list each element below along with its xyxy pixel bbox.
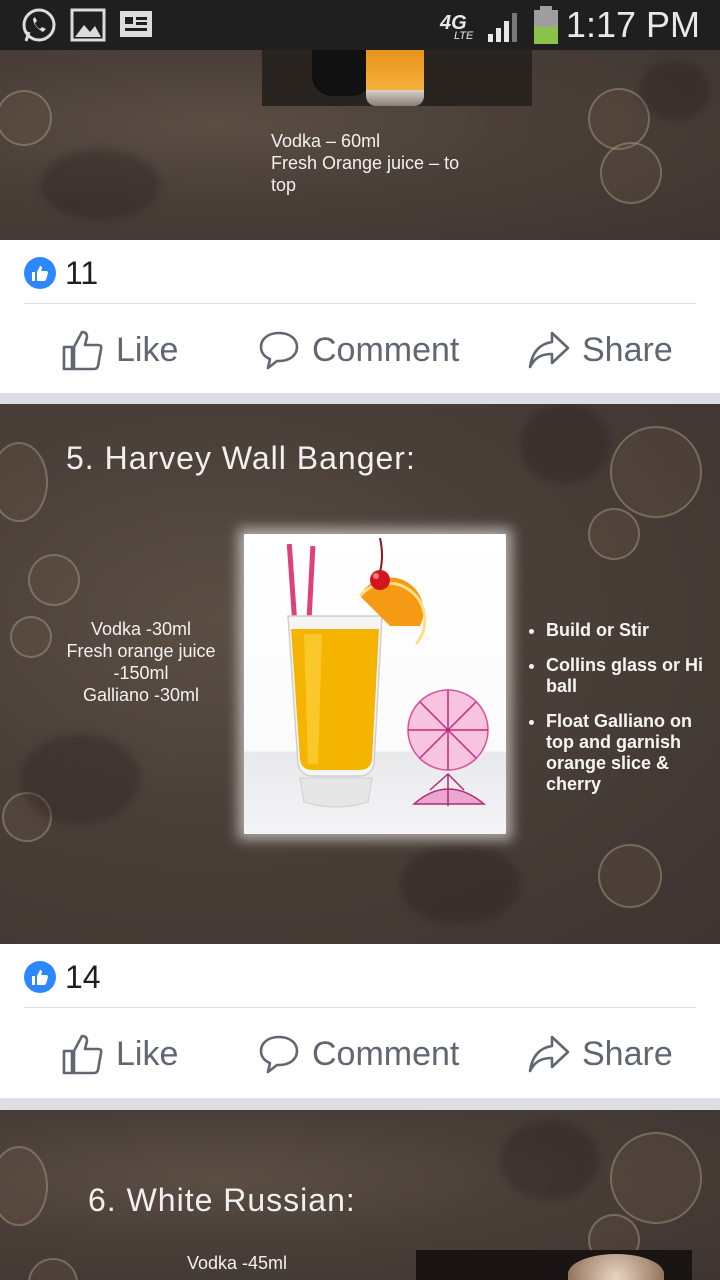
ingredient-line: top: [271, 175, 297, 195]
clock: 1:17 PM: [565, 4, 700, 45]
comment-label: Comment: [312, 330, 460, 369]
thumbs-up-icon: [62, 330, 103, 371]
cocktail-photo: [244, 534, 506, 834]
whatsapp-icon: [22, 8, 56, 42]
post-image[interactable]: 6. White Russian: Vodka -45ml: [0, 1110, 720, 1280]
ingredient-line: Vodka -45ml: [187, 1253, 288, 1273]
thumbs-up-icon: [62, 1034, 103, 1075]
comment-button[interactable]: Comment: [258, 1028, 459, 1080]
post-actions: 11 Like Comment Share: [0, 240, 720, 393]
comment-icon: [259, 1035, 299, 1074]
cocktail-photo: [416, 1250, 692, 1280]
cocktail-photo: [262, 50, 532, 106]
post-image[interactable]: 5. Harvey Wall Banger: Vodka -30ml Fresh…: [0, 404, 720, 944]
bullet-item: Build or Stir: [546, 620, 714, 641]
ingredient-line: Vodka – 60ml: [271, 131, 381, 151]
share-icon: [528, 331, 570, 369]
gallery-icon: [70, 8, 106, 42]
ingredient-line: -150ml: [113, 663, 169, 683]
bullet-item: Collins glass or Hi ball: [546, 655, 714, 697]
divider: [24, 303, 696, 304]
comment-button[interactable]: Comment: [258, 324, 459, 376]
status-bar: 4G LTE 1:17 PM: [0, 0, 720, 50]
ingredient-line: Fresh Orange juice – to: [271, 153, 460, 173]
share-button[interactable]: Share: [528, 1028, 673, 1080]
ingredient-line: Galliano -30ml: [82, 685, 200, 705]
like-count: 11: [65, 254, 99, 291]
post-actions: 14 Like Comment Share: [0, 944, 720, 1098]
share-button[interactable]: Share: [528, 324, 673, 376]
news-icon: [120, 11, 152, 37]
slide-title: 6. White Russian:: [88, 1182, 356, 1218]
divider: [24, 1007, 696, 1008]
share-icon: [528, 1035, 570, 1073]
slide-title: 5. Harvey Wall Banger:: [66, 440, 416, 476]
share-label: Share: [582, 330, 673, 369]
reaction-summary[interactable]: 14: [24, 958, 101, 995]
like-button[interactable]: Like: [62, 324, 178, 376]
like-label: Like: [116, 330, 179, 369]
network-subtype: LTE: [454, 30, 474, 42]
post-image[interactable]: Vodka – 60ml Fresh Orange juice – to top: [0, 50, 720, 240]
like-count: 14: [65, 958, 101, 995]
ingredient-line: Vodka -30ml: [90, 619, 192, 639]
like-reaction-icon: [24, 257, 56, 289]
battery-icon: [534, 6, 558, 44]
bullet-item: Float Galliano on top and garnish orange…: [546, 711, 714, 795]
comment-label: Comment: [312, 1034, 460, 1073]
signal-icon: [488, 13, 517, 42]
like-reaction-icon: [24, 961, 56, 993]
comment-icon: [259, 331, 299, 370]
share-label: Share: [582, 1034, 673, 1073]
ingredient-line: Fresh orange juice: [66, 641, 216, 661]
like-label: Like: [116, 1034, 179, 1073]
reaction-summary[interactable]: 11: [24, 254, 99, 291]
like-button[interactable]: Like: [62, 1028, 178, 1080]
